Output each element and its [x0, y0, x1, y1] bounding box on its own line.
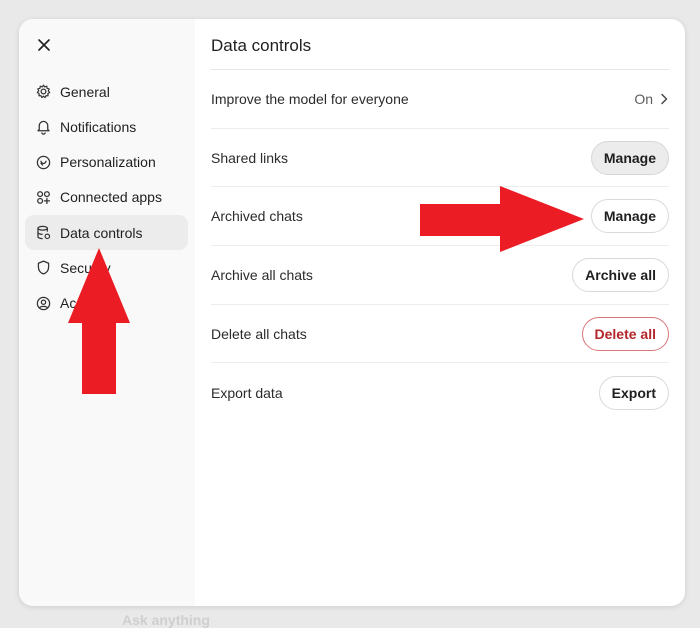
close-button[interactable] [33, 34, 55, 56]
row-improve-model: Improve the model for everyone On [211, 70, 669, 129]
sidebar-item-label: Personalization [60, 154, 156, 171]
delete-all-button[interactable]: Delete all [581, 316, 669, 351]
toggle-value: On [634, 90, 653, 107]
gear-icon [35, 83, 52, 100]
user-icon [35, 295, 52, 312]
row-export-data: Export data Export [211, 363, 669, 422]
sidebar-item-label: Connected apps [60, 189, 162, 206]
manage-archived-chats-button[interactable]: Manage [590, 199, 669, 234]
page-title: Data controls [211, 36, 312, 55]
database-icon [35, 224, 52, 241]
sidebar-item-connected-apps[interactable]: Connected apps [25, 180, 188, 215]
improve-model-toggle[interactable]: On [634, 91, 669, 107]
row-shared-links: Shared links Manage [211, 129, 669, 188]
backdrop-prompt-text: Ask anything [122, 612, 210, 628]
row-label: Shared links [211, 149, 289, 166]
row-label: Archive all chats [211, 266, 313, 283]
chevron-right-icon [661, 93, 668, 105]
personalization-icon [35, 154, 52, 171]
shield-icon [35, 259, 52, 276]
close-icon [38, 39, 50, 51]
row-archive-all: Archive all chats Archive all [211, 246, 669, 305]
arrow-pointing-right-to-archived-manage [420, 186, 584, 252]
apps-icon [35, 189, 52, 206]
export-button[interactable]: Export [598, 375, 669, 410]
sidebar-item-label: Notifications [60, 118, 137, 135]
sidebar-item-general[interactable]: General [25, 74, 188, 109]
arrow-pointing-up-to-data-controls [68, 248, 130, 394]
settings-content: Data controls Improve the model for ever… [195, 19, 685, 606]
sidebar-item-data-controls[interactable]: Data controls [25, 215, 188, 251]
row-label: Archived chats [211, 208, 303, 225]
row-delete-all: Delete all chats Delete all [211, 305, 669, 364]
sidebar-item-personalization[interactable]: Personalization [25, 145, 188, 180]
row-label: Delete all chats [211, 325, 307, 342]
sidebar-item-label: General [60, 83, 110, 100]
row-label: Export data [211, 384, 283, 401]
row-label: Improve the model for everyone [211, 90, 409, 107]
bell-icon [35, 118, 52, 136]
sidebar-item-label: Data controls [60, 224, 143, 241]
archive-all-button[interactable]: Archive all [572, 257, 669, 292]
sidebar-item-notifications[interactable]: Notifications [25, 109, 188, 144]
manage-shared-links-button[interactable]: Manage [590, 140, 669, 175]
